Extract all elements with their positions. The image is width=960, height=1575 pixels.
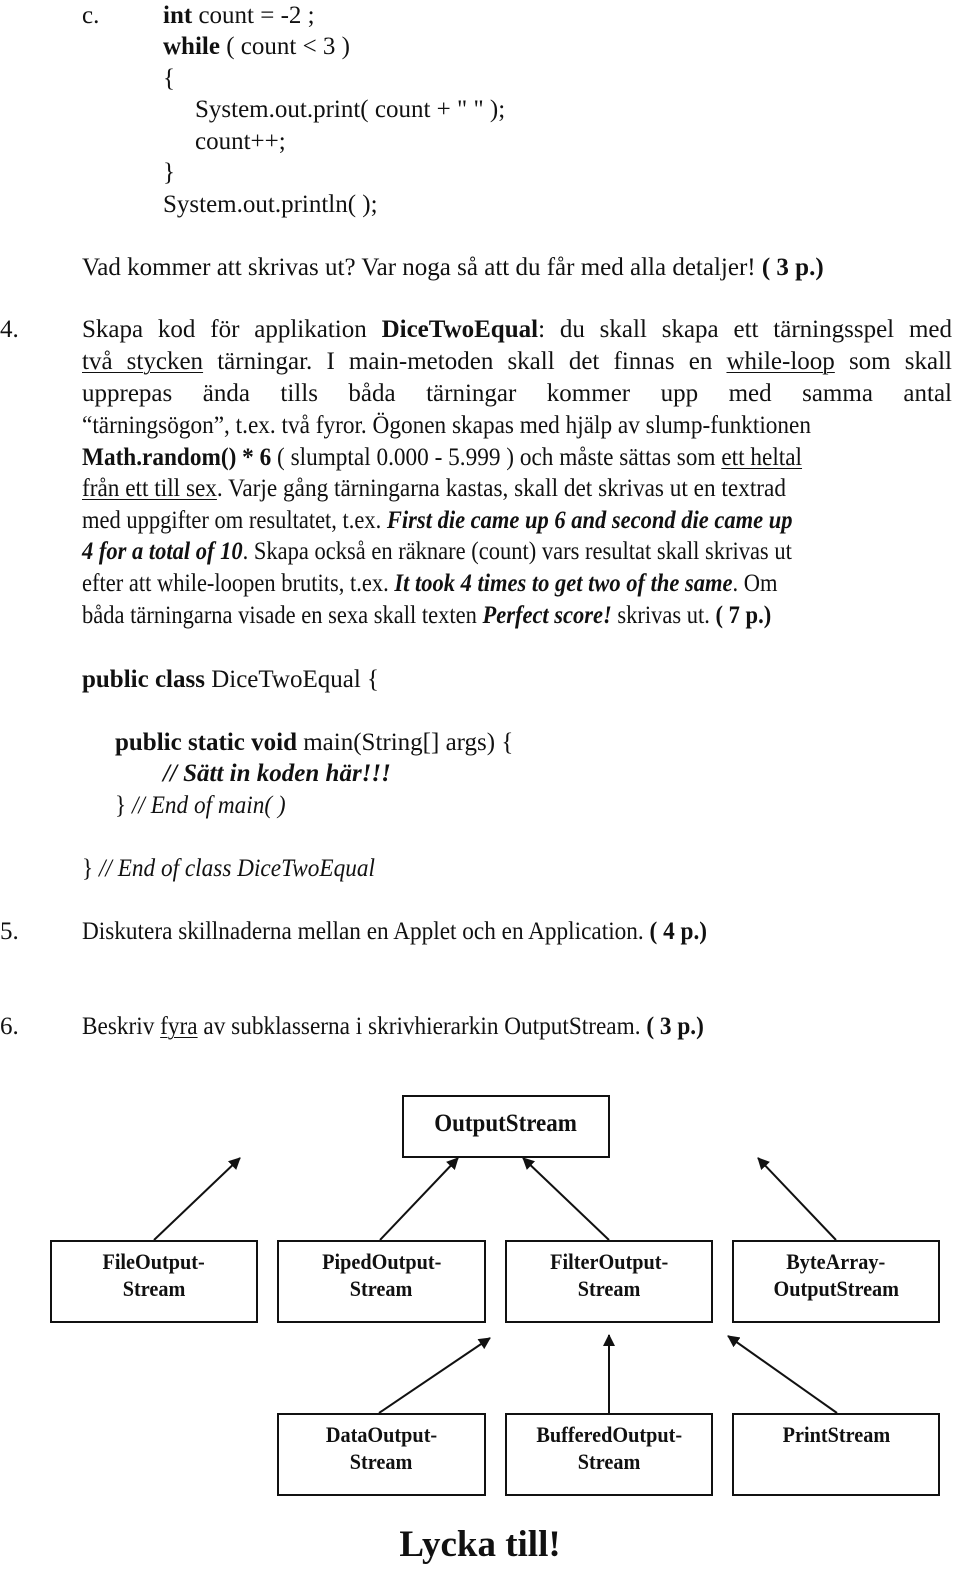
question-number: 6. — [0, 1013, 19, 1040]
q4-line-8: 4 for a total of 10. Skapa också en räkn… — [82, 538, 792, 565]
code-line-4: System.out.print( count + " " ); — [195, 96, 506, 123]
question-c-label: c. — [82, 2, 100, 29]
outputstream-hierarchy-diagram: OutputStream FileOutput- Stream PipedOutp… — [0, 1080, 960, 1510]
class-declaration: public class DiceTwoEqual { — [82, 666, 380, 693]
class-name: DiceTwoEqual — [381, 316, 539, 343]
q4-line-9: efter att while-loopen brutits, t.ex. It… — [82, 570, 778, 597]
points: ( 3 p.) — [761, 254, 824, 281]
question-5-text: Diskutera skillnaderna mellan en Applet … — [82, 918, 708, 945]
q4-line-2: två stycken tärningar. I main-metoden sk… — [82, 348, 952, 375]
code-keyword: while — [163, 33, 220, 60]
closing-message: Lycka till! — [399, 1524, 561, 1565]
arrow-bytearray-to-outputstream — [757, 1157, 837, 1241]
code-line-2: while ( count < 3 ) — [163, 33, 350, 60]
q4-line-4: “tärningsögon”, t.ex. två fyror. Ögonen … — [82, 412, 811, 439]
arrow-filter-to-outputstream — [522, 1157, 610, 1241]
class-box-outputstream: OutputStream — [402, 1095, 610, 1158]
question-c-prompt: Vad kommer att skrivas ut? Var noga så a… — [82, 254, 824, 281]
arrow-piped-to-outputstream — [379, 1157, 459, 1241]
q4-line-1: Skapa kod för applikation DiceTwoEqual: … — [82, 316, 952, 343]
points: ( 3 p.) — [646, 1013, 704, 1040]
end-class: } // End of class DiceTwoEqual — [82, 855, 375, 882]
code-line-3: { — [163, 65, 175, 92]
points: ( 4 p.) — [649, 918, 708, 945]
q4-line-7: med uppgifter om resultatet, t.ex. First… — [82, 507, 793, 534]
code-keyword: int — [163, 2, 193, 29]
insert-code-comment: // Sätt in koden här!!! — [163, 760, 391, 787]
code-line-1: int count = -2 ; — [163, 2, 315, 29]
points: ( 7 p.) — [715, 602, 772, 629]
q4-line-3: upprepas ända tills båda tärningar komme… — [82, 380, 952, 407]
main-declaration: public static void main(String[] args) { — [115, 729, 514, 756]
class-box-bufferedoutputstream: BufferedOutput- Stream — [505, 1413, 713, 1496]
class-box-pipedoutputstream: PipedOutput- Stream — [277, 1240, 486, 1323]
arrow-file-to-outputstream — [153, 1157, 241, 1241]
question-number: 5. — [0, 918, 19, 945]
q4-line-6: från ett till sex. Varje gång tärningarn… — [82, 475, 786, 502]
arrow-print-to-filter — [727, 1335, 838, 1414]
code-line-6: } — [163, 159, 175, 186]
code-line-7: System.out.println( ); — [163, 191, 378, 218]
code-line-5: count++; — [195, 128, 286, 155]
arrow-data-to-filter — [378, 1337, 491, 1414]
class-box-dataoutputstream: DataOutput- Stream — [277, 1413, 486, 1496]
q4-line-10: båda tärningarna visade en sexa skall te… — [82, 602, 772, 629]
q4-line-5: Math.random() * 6 ( slumptal 0.000 - 5.9… — [82, 444, 803, 471]
class-box-filteroutputstream: FilterOutput- Stream — [505, 1240, 713, 1323]
class-box-printstream: PrintStream — [732, 1413, 940, 1496]
class-box-bytearrayoutputstream: ByteArray- OutputStream — [732, 1240, 940, 1323]
question-number: 4. — [0, 316, 19, 343]
class-box-fileoutputstream: FileOutput- Stream — [50, 1240, 258, 1323]
end-main: } // End of main( ) — [115, 792, 286, 819]
question-6-text: Beskriv fyra av subklasserna i skrivhier… — [82, 1013, 704, 1040]
